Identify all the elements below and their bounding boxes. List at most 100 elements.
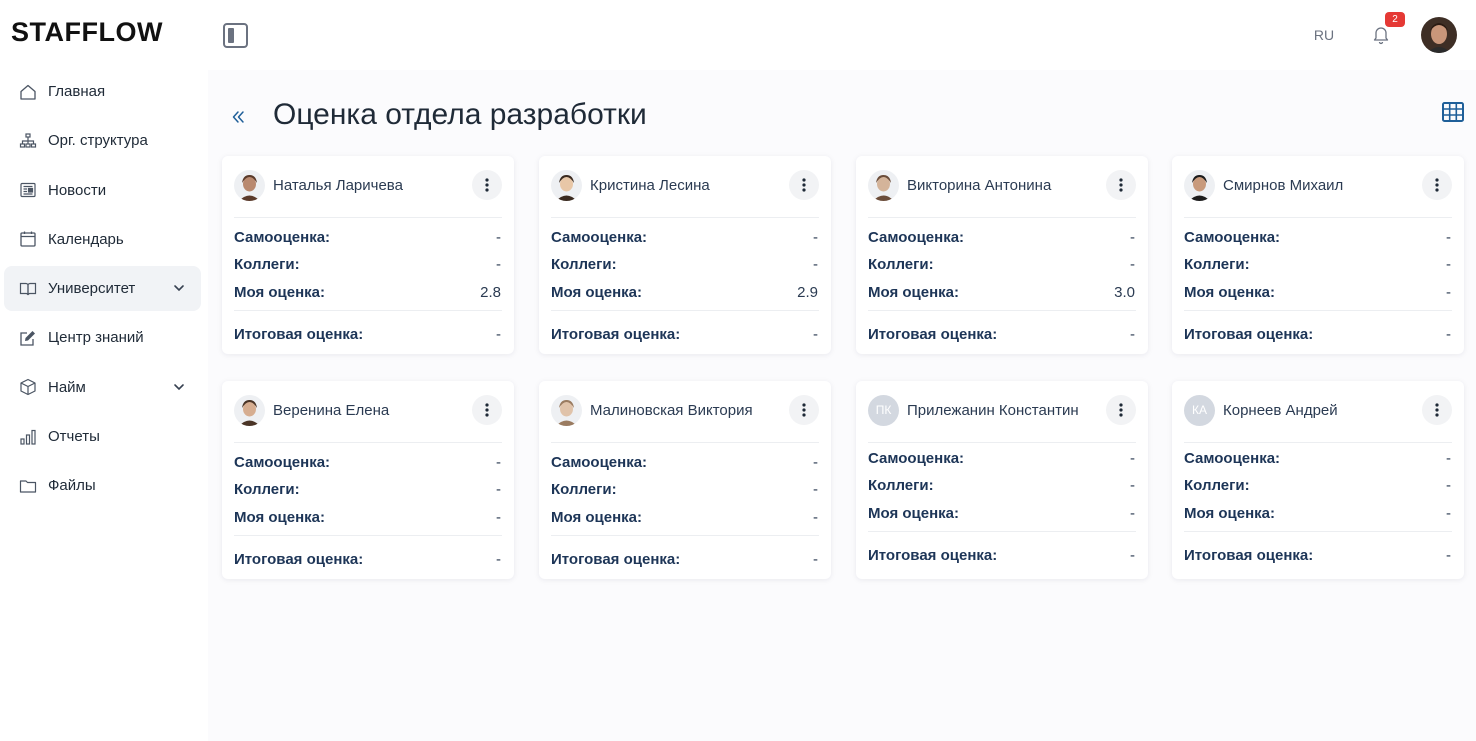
sidebar-item-label: Файлы <box>48 477 96 495</box>
folder-icon <box>18 476 38 496</box>
avatar <box>551 394 582 426</box>
app-root: STAFFLOW Главная Орг. структура Новости <box>0 0 1476 741</box>
more-options-button[interactable] <box>472 170 502 200</box>
final-evaluation-label: Итоговая оценка: <box>234 325 364 343</box>
sidebar-toggle-button[interactable] <box>223 23 248 48</box>
employee-name[interactable]: Кристина Лесина <box>590 177 710 194</box>
final-evaluation-row: Итоговая оценка: - <box>234 324 501 344</box>
more-options-button[interactable] <box>1422 170 1452 200</box>
sidebar-item-calendar[interactable]: Календарь <box>4 217 201 262</box>
my-evaluation-value: - <box>496 508 501 526</box>
avatar: КА <box>1184 394 1215 426</box>
final-evaluation-label: Итоговая оценка: <box>551 550 681 568</box>
divider <box>868 442 1136 443</box>
self-evaluation-value: - <box>1446 228 1451 246</box>
my-evaluation-row: Моя оценка: 2.9 <box>551 282 818 302</box>
avatar <box>234 169 265 201</box>
my-evaluation-row: Моя оценка: - <box>551 507 818 527</box>
my-evaluation-value: 2.9 <box>797 283 818 301</box>
my-evaluation-value: 2.8 <box>480 283 501 301</box>
user-avatar[interactable] <box>1421 17 1457 53</box>
my-evaluation-row: Моя оценка: - <box>234 507 501 527</box>
sidebar-item-org-structure[interactable]: Орг. структура <box>4 118 201 163</box>
self-evaluation-label: Самооценка: <box>551 453 648 471</box>
self-evaluation-label: Самооценка: <box>868 228 965 246</box>
my-evaluation-row: Моя оценка: - <box>1184 503 1451 523</box>
colleagues-row: Коллеги: - <box>868 475 1135 495</box>
employee-name[interactable]: Веренина Елена <box>273 402 389 419</box>
sidebar-item-knowledge-center[interactable]: Центр знаний <box>4 315 201 360</box>
edit-icon <box>18 328 38 348</box>
back-button[interactable] <box>228 105 248 129</box>
sidebar-item-news[interactable]: Новости <box>4 168 201 213</box>
colleagues-value: - <box>813 255 818 273</box>
news-icon <box>18 180 38 200</box>
my-evaluation-label: Моя оценка: <box>551 508 643 526</box>
final-evaluation-label: Итоговая оценка: <box>551 325 681 343</box>
colleagues-label: Коллеги: <box>551 255 617 273</box>
employee-name[interactable]: Корнеев Андрей <box>1223 402 1338 419</box>
book-icon <box>18 279 38 299</box>
sidebar-item-home[interactable]: Главная <box>4 69 201 114</box>
self-evaluation-value: - <box>496 228 501 246</box>
my-evaluation-row: Моя оценка: - <box>1184 282 1451 302</box>
sidebar-item-university[interactable]: Университет <box>4 266 201 312</box>
more-options-button[interactable] <box>1106 395 1136 425</box>
colleagues-row: Коллеги: - <box>1184 475 1451 495</box>
sidebar-item-reports[interactable]: Отчеты <box>4 414 201 459</box>
my-evaluation-label: Моя оценка: <box>551 283 643 301</box>
colleagues-label: Коллеги: <box>1184 255 1250 273</box>
more-options-button[interactable] <box>1106 170 1136 200</box>
chevron-down-icon[interactable] <box>171 280 187 296</box>
self-evaluation-label: Самооценка: <box>1184 228 1281 246</box>
more-vertical-icon <box>802 403 806 417</box>
divider <box>1184 310 1452 311</box>
self-evaluation-row: Самооценка: - <box>868 227 1135 247</box>
final-evaluation-row: Итоговая оценка: - <box>551 549 818 569</box>
sidebar-item-label: Орг. структура <box>48 132 148 150</box>
divider <box>1184 531 1452 532</box>
more-vertical-icon <box>485 403 489 417</box>
sidebar-item-hiring[interactable]: Найм <box>4 365 201 410</box>
avatar <box>1184 169 1215 201</box>
sidebar-item-label: Календарь <box>48 230 124 248</box>
self-evaluation-label: Самооценка: <box>234 228 331 246</box>
more-vertical-icon <box>1119 178 1123 192</box>
self-evaluation-row: Самооценка: - <box>1184 227 1451 247</box>
org-structure-icon <box>18 131 38 151</box>
language-switcher[interactable]: RU <box>1305 16 1343 54</box>
avatar: ПК <box>868 394 899 426</box>
employee-name[interactable]: Малиновская Виктория <box>590 402 753 419</box>
more-vertical-icon <box>485 178 489 192</box>
colleagues-row: Коллеги: - <box>1184 254 1451 274</box>
final-evaluation-value: - <box>1130 325 1135 343</box>
more-options-button[interactable] <box>789 395 819 425</box>
sidebar-item-files[interactable]: Файлы <box>4 463 201 508</box>
more-options-button[interactable] <box>472 395 502 425</box>
employee-name[interactable]: Викторина Антонина <box>907 177 1051 194</box>
calendar-icon <box>18 229 38 249</box>
divider <box>868 217 1136 218</box>
divider <box>234 310 502 311</box>
employee-name[interactable]: Прилежанин Константин <box>907 402 1079 419</box>
employee-card: Малиновская Виктория Самооценка: - Колле… <box>539 381 831 579</box>
table-view-button[interactable] <box>1441 100 1465 124</box>
colleagues-label: Коллеги: <box>868 476 934 494</box>
sidebar-nav: Главная Орг. структура Новости Календарь <box>4 69 201 513</box>
final-evaluation-label: Итоговая оценка: <box>868 325 998 343</box>
more-options-button[interactable] <box>1422 395 1452 425</box>
more-options-button[interactable] <box>789 170 819 200</box>
final-evaluation-label: Итоговая оценка: <box>868 546 998 564</box>
main-area: RU 2 Оценка отдела разработки Наталья Ла… <box>208 0 1476 741</box>
employee-name[interactable]: Смирнов Михаил <box>1223 177 1343 194</box>
employee-card: Веренина Елена Самооценка: - Коллеги: - … <box>222 381 514 579</box>
employee-name[interactable]: Наталья Ларичева <box>273 177 403 194</box>
my-evaluation-label: Моя оценка: <box>1184 504 1276 522</box>
app-logo[interactable]: STAFFLOW <box>11 17 163 48</box>
chevron-down-icon[interactable] <box>171 379 187 395</box>
colleagues-label: Коллеги: <box>868 255 934 273</box>
self-evaluation-value: - <box>813 453 818 471</box>
sidebar-item-label: Отчеты <box>48 428 100 446</box>
divider <box>1184 442 1452 443</box>
colleagues-value: - <box>496 255 501 273</box>
